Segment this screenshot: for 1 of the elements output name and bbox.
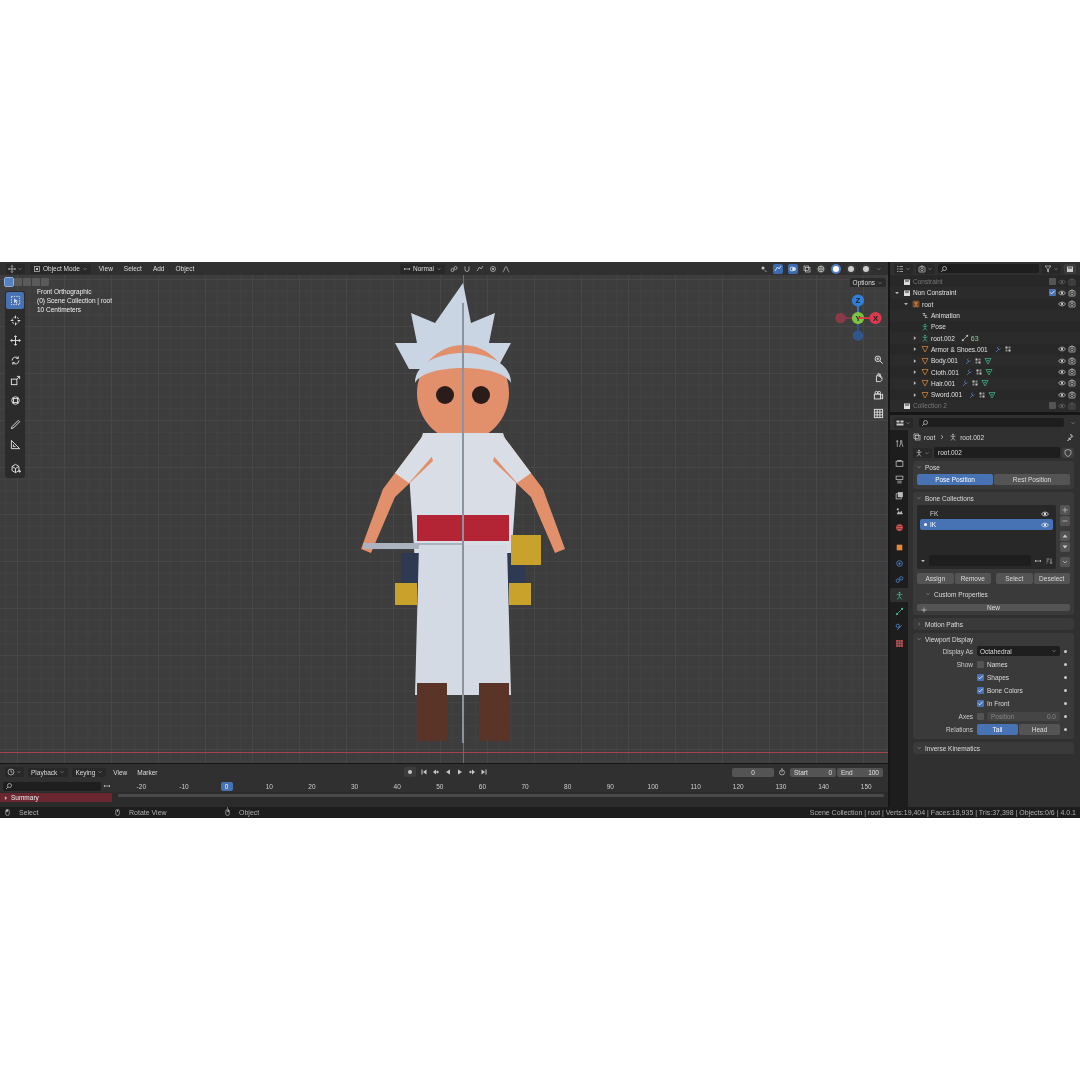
axis-handle[interactable]: Y xyxy=(851,311,865,325)
